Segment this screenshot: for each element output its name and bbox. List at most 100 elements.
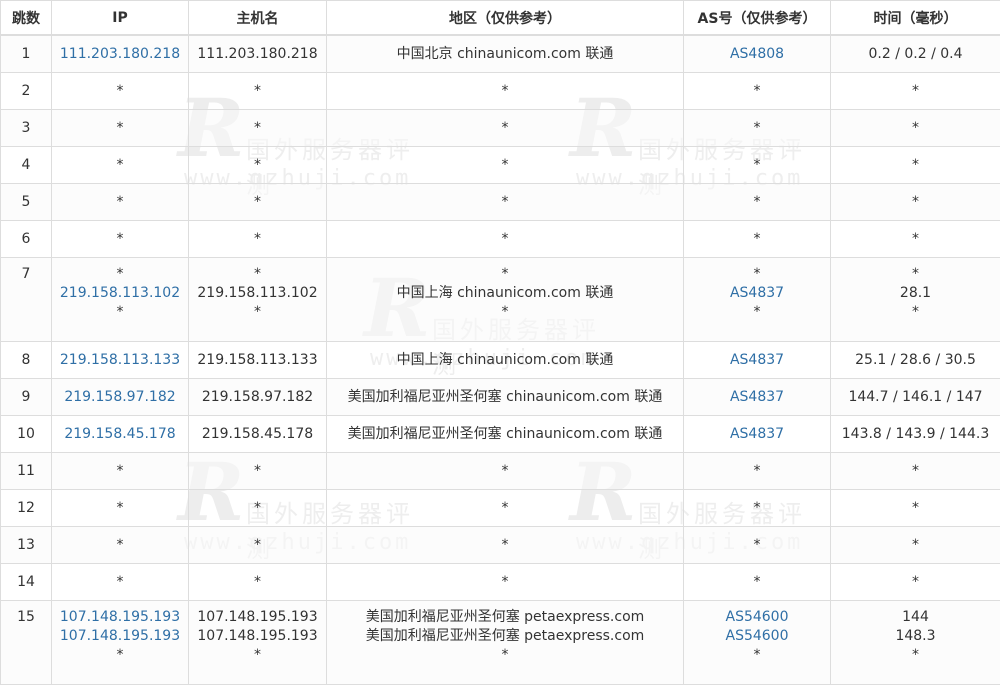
ip-value: * — [52, 499, 188, 518]
host-value: 107.148.195.193 — [189, 608, 326, 627]
as-value: * — [684, 536, 830, 555]
ip-cell: * — [52, 184, 189, 221]
host-value: * — [189, 573, 326, 592]
time-cell: 144148.3* — [831, 601, 1000, 685]
host-value: * — [189, 82, 326, 101]
ip-value: * — [52, 230, 188, 249]
hostname-cell: 107.148.195.193107.148.195.193* — [189, 601, 327, 685]
host-value: * — [189, 303, 326, 322]
hop-cell: 12 — [1, 490, 52, 527]
host-value: 219.158.113.102 — [189, 284, 326, 303]
table-row: 11***** — [1, 453, 1000, 490]
as-value: * — [684, 499, 830, 518]
ip-cell: * — [52, 110, 189, 147]
time-cell: * — [831, 184, 1000, 221]
time-value: * — [831, 230, 1000, 249]
time-value: 144 — [831, 608, 1000, 627]
ip-value: * — [52, 265, 188, 284]
region-value: * — [327, 265, 683, 284]
as-cell: AS4837 — [684, 379, 831, 416]
hop-cell: 7 — [1, 258, 52, 342]
as-cell: * — [684, 490, 831, 527]
hostname-cell: * — [189, 490, 327, 527]
host-value: 219.158.97.182 — [189, 388, 326, 407]
time-cell: 143.8 / 143.9 / 144.3 — [831, 416, 1000, 453]
hop-cell: 11 — [1, 453, 52, 490]
hostname-cell: 219.158.113.133 — [189, 342, 327, 379]
ip-value: * — [52, 573, 188, 592]
ip-cell: 219.158.97.182 — [52, 379, 189, 416]
as-cell: * — [684, 221, 831, 258]
time-cell: 0.2 / 0.2 / 0.4 — [831, 35, 1000, 73]
ip-cell: * — [52, 73, 189, 110]
ip-cell: * — [52, 453, 189, 490]
ip-value[interactable]: 107.148.195.193 — [52, 608, 188, 627]
as-value: * — [684, 646, 830, 665]
time-value: * — [831, 156, 1000, 175]
table-row: 1111.203.180.218111.203.180.218中国北京 chin… — [1, 35, 1000, 73]
region-cell: * — [327, 527, 684, 564]
as-value[interactable]: AS4837 — [684, 284, 830, 303]
table-row: 2***** — [1, 73, 1000, 110]
as-value: * — [684, 230, 830, 249]
time-value: * — [831, 82, 1000, 101]
as-value[interactable]: AS54600 — [684, 627, 830, 646]
table-row: 10219.158.45.178219.158.45.178美国加利福尼亚州圣何… — [1, 416, 1000, 453]
as-value[interactable]: AS4837 — [684, 351, 830, 370]
region-value: 美国加利福尼亚州圣何塞 chinaunicom.com 联通 — [327, 425, 683, 444]
table-row: 12***** — [1, 490, 1000, 527]
hostname-cell: * — [189, 73, 327, 110]
region-value: * — [327, 156, 683, 175]
as-value[interactable]: AS4837 — [684, 425, 830, 444]
as-cell: * — [684, 73, 831, 110]
ip-value: * — [52, 82, 188, 101]
hostname-cell: * — [189, 564, 327, 601]
region-value: 中国上海 chinaunicom.com 联通 — [327, 284, 683, 303]
as-value: * — [684, 119, 830, 138]
time-value: * — [831, 573, 1000, 592]
ip-value: * — [52, 119, 188, 138]
region-cell: * — [327, 184, 684, 221]
region-value: 美国加利福尼亚州圣何塞 petaexpress.com — [327, 608, 683, 627]
host-value: * — [189, 265, 326, 284]
ip-cell: *219.158.113.102* — [52, 258, 189, 342]
table-row: 9219.158.97.182219.158.97.182美国加利福尼亚州圣何塞… — [1, 379, 1000, 416]
ip-cell: 219.158.113.133 — [52, 342, 189, 379]
ip-value[interactable]: 111.203.180.218 — [52, 45, 188, 64]
region-value: * — [327, 462, 683, 481]
region-value: 中国上海 chinaunicom.com 联通 — [327, 351, 683, 370]
host-value: 111.203.180.218 — [189, 45, 326, 64]
region-cell: * — [327, 564, 684, 601]
time-cell: * — [831, 147, 1000, 184]
hop-cell: 3 — [1, 110, 52, 147]
as-value[interactable]: AS4837 — [684, 388, 830, 407]
header-as: AS号（仅供参考） — [684, 1, 831, 36]
region-value: 美国加利福尼亚州圣何塞 chinaunicom.com 联通 — [327, 388, 683, 407]
as-cell: AS4837 — [684, 342, 831, 379]
hostname-cell: * — [189, 527, 327, 564]
time-value: * — [831, 536, 1000, 555]
hop-cell: 14 — [1, 564, 52, 601]
ip-value[interactable]: 219.158.113.102 — [52, 284, 188, 303]
ip-cell: * — [52, 490, 189, 527]
table-row: 5***** — [1, 184, 1000, 221]
traceroute-table: 跳数 IP 主机名 地区（仅供参考） AS号（仅供参考） 时间（毫秒） 1111… — [0, 0, 1000, 685]
ip-value[interactable]: 107.148.195.193 — [52, 627, 188, 646]
ip-value: * — [52, 156, 188, 175]
ip-value[interactable]: 219.158.45.178 — [52, 425, 188, 444]
hostname-cell: * — [189, 147, 327, 184]
as-value[interactable]: AS54600 — [684, 608, 830, 627]
ip-value: * — [52, 303, 188, 322]
host-value: * — [189, 499, 326, 518]
as-value: * — [684, 303, 830, 322]
region-cell: * — [327, 147, 684, 184]
as-value[interactable]: AS4808 — [684, 45, 830, 64]
region-cell: * — [327, 73, 684, 110]
time-cell: * — [831, 221, 1000, 258]
as-value: * — [684, 462, 830, 481]
ip-value[interactable]: 219.158.97.182 — [52, 388, 188, 407]
ip-value[interactable]: 219.158.113.133 — [52, 351, 188, 370]
region-cell: * — [327, 453, 684, 490]
time-value: 28.1 — [831, 284, 1000, 303]
hostname-cell: * — [189, 453, 327, 490]
